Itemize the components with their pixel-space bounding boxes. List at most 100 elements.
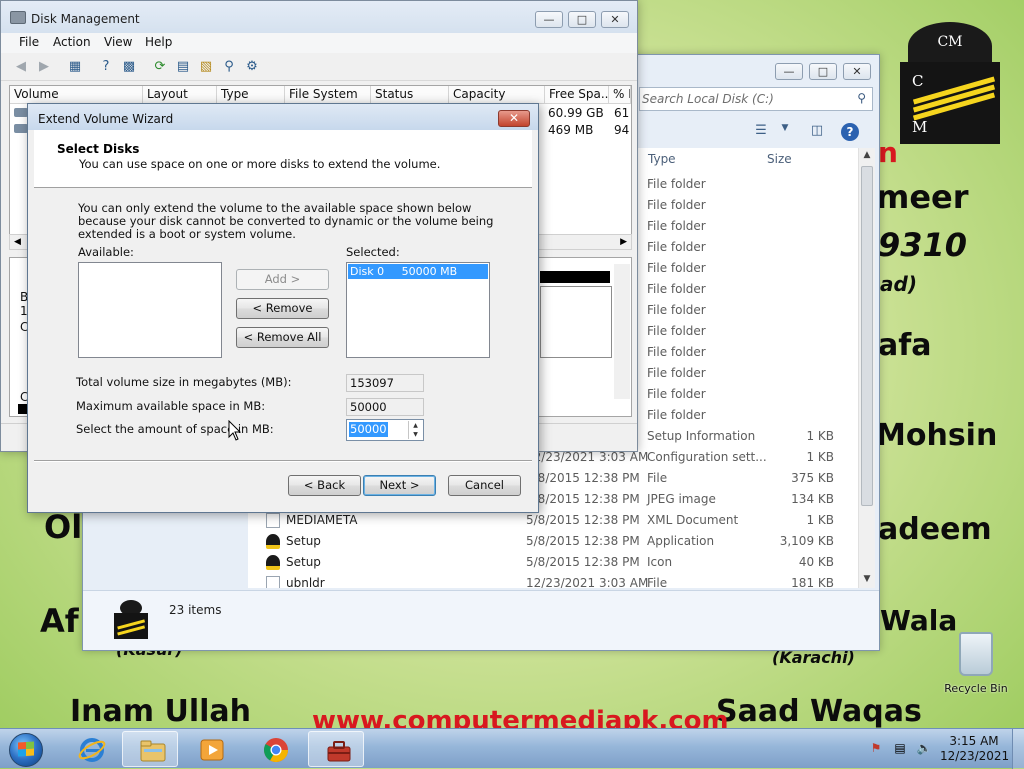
file-icon <box>266 513 280 528</box>
close-button[interactable]: ✕ <box>498 110 530 127</box>
list-item[interactable]: Setup 5/8/2015 12:38 PM Icon 40 KB <box>248 552 858 573</box>
file-date: 5/8/2015 12:38 PM <box>526 534 640 548</box>
percent-free-value: 61 <box>614 106 630 120</box>
file-name: MEDIAMETA <box>286 513 358 527</box>
max-space-field: 50000 <box>346 398 424 416</box>
rescan-disks-icon[interactable]: ▤ <box>174 58 192 76</box>
column-volume[interactable]: Volume <box>10 86 143 104</box>
remove-all-button[interactable]: < Remove All <box>236 327 329 348</box>
menu-file[interactable]: File <box>19 35 39 49</box>
max-space-label: Maximum available space in MB: <box>76 399 266 413</box>
back-button[interactable]: < Back <box>288 475 361 496</box>
chevron-down-icon[interactable]: ▼ <box>775 123 795 141</box>
selected-disk-item[interactable]: Disk 0 50000 MB <box>348 264 488 279</box>
taskbar-computer-management[interactable] <box>308 731 364 767</box>
minimize-button[interactable]: — <box>535 11 563 28</box>
minimize-button[interactable]: — <box>775 63 803 80</box>
file-type: Application <box>647 534 715 548</box>
maximize-button[interactable]: □ <box>809 63 837 80</box>
scroll-left-icon[interactable]: ◀ <box>14 237 21 247</box>
column-percent-free[interactable]: % F <box>609 86 631 104</box>
amount-value[interactable]: 50000 <box>349 422 388 437</box>
partition-bar[interactable] <box>540 271 610 283</box>
settings-icon[interactable]: ⚙ <box>243 58 261 76</box>
available-disks-list[interactable] <box>78 262 222 358</box>
column-capacity[interactable]: Capacity <box>449 86 545 104</box>
back-arrow-icon[interactable]: ◀ <box>12 58 30 76</box>
taskbar-media-player[interactable] <box>182 731 238 767</box>
menu-view[interactable]: View <box>104 35 132 49</box>
details-pane: 23 items <box>83 590 879 650</box>
taskbar-internet-explorer[interactable] <box>62 731 118 767</box>
wallpaper-name-fragment: Ol <box>44 508 83 546</box>
show-desktop-button[interactable] <box>1012 729 1024 769</box>
file-type: File folder <box>647 282 706 296</box>
close-button[interactable]: ✕ <box>601 11 629 28</box>
vertical-scrollbar[interactable] <box>614 264 630 399</box>
file-type: File folder <box>647 240 706 254</box>
column-layout[interactable]: Layout <box>143 86 217 104</box>
total-size-field: 153097 <box>346 374 424 392</box>
properties-icon[interactable]: ▩ <box>120 58 138 76</box>
column-header-type[interactable]: Type <box>648 152 676 172</box>
column-header-size[interactable]: Size <box>767 152 792 172</box>
network-icon[interactable]: ▤ <box>892 741 908 757</box>
selected-disks-list[interactable]: Disk 0 50000 MB <box>346 262 490 358</box>
wizard-heading: Select Disks <box>57 142 140 156</box>
file-name: ubnldr <box>286 576 325 588</box>
open-folder-icon[interactable]: ▧ <box>197 58 215 76</box>
drive-thumbnail-icon <box>114 600 148 639</box>
cancel-button[interactable]: Cancel <box>448 475 521 496</box>
up-folder-icon[interactable]: ▦ <box>66 58 84 76</box>
partition-block[interactable] <box>540 286 612 358</box>
search-icon[interactable]: ⚲ <box>857 91 866 105</box>
forward-arrow-icon[interactable]: ▶ <box>35 58 53 76</box>
menu-help[interactable]: Help <box>145 35 172 49</box>
scroll-right-icon[interactable]: ▶ <box>620 237 627 247</box>
close-button[interactable]: ✕ <box>843 63 871 80</box>
column-free-space[interactable]: Free Spa... <box>545 86 609 104</box>
file-type: File folder <box>647 177 706 191</box>
help-icon[interactable]: ? <box>97 58 115 76</box>
column-status[interactable]: Status <box>371 86 449 104</box>
search-icon[interactable]: ⚲ <box>220 58 238 76</box>
title-bar[interactable]: Disk Management — □ ✕ <box>1 1 637 33</box>
disk-management-icon <box>10 11 26 24</box>
refresh-icon[interactable]: ⟳ <box>151 58 169 76</box>
wizard-title-bar[interactable]: Extend Volume Wizard ✕ <box>28 104 538 130</box>
available-label: Available: <box>78 245 134 259</box>
file-type: XML Document <box>647 513 739 527</box>
scrollbar-thumb[interactable] <box>861 166 873 506</box>
file-date: 12/23/2021 3:03 AM <box>526 450 649 464</box>
help-icon[interactable]: ? <box>841 123 859 141</box>
vertical-scrollbar[interactable]: ▲ ▼ <box>858 148 875 588</box>
list-item[interactable]: MEDIAMETA 5/8/2015 12:38 PM XML Document 1 … <box>248 510 858 531</box>
scroll-up-icon[interactable]: ▲ <box>859 150 875 160</box>
maximize-button[interactable]: □ <box>568 11 596 28</box>
taskbar-file-explorer[interactable] <box>122 731 178 767</box>
search-input[interactable]: Search Local Disk (C:) ⚲ <box>639 87 873 111</box>
list-item[interactable]: Setup 5/8/2015 12:38 PM Application 3,109 K… <box>248 531 858 552</box>
column-file-system[interactable]: File System <box>285 86 371 104</box>
remove-button[interactable]: < Remove <box>236 298 329 319</box>
list-item[interactable]: ubnldr 12/23/2021 3:03 AM File 181 KB <box>248 573 858 588</box>
preview-pane-icon[interactable]: ◫ <box>807 123 827 141</box>
amount-spinner[interactable]: 50000 ▲ ▼ <box>346 419 424 441</box>
taskbar-chrome[interactable] <box>246 731 302 767</box>
view-options-icon[interactable]: ☰ <box>751 123 771 141</box>
file-size: 3,109 KB <box>779 534 834 548</box>
media-player-icon <box>200 739 224 761</box>
next-button[interactable]: Next > <box>363 475 436 496</box>
action-center-icon[interactable]: ⚑ <box>868 741 884 757</box>
add-button[interactable]: Add > <box>236 269 329 290</box>
wizard-body: You can only extend the volume to the av… <box>34 188 532 460</box>
clock[interactable]: 3:15 AM 12/23/2021 <box>940 734 1009 764</box>
start-button[interactable] <box>3 729 49 769</box>
recycle-bin[interactable]: Recycle Bin <box>944 632 1008 695</box>
scroll-down-icon[interactable]: ▼ <box>859 574 875 584</box>
wallpaper-name-fragment: ad) <box>880 272 917 296</box>
column-type[interactable]: Type <box>217 86 285 104</box>
spinner-arrows-icon[interactable]: ▲ ▼ <box>408 421 422 439</box>
menu-action[interactable]: Action <box>53 35 91 49</box>
volume-icon[interactable]: 🔈 <box>916 741 932 757</box>
